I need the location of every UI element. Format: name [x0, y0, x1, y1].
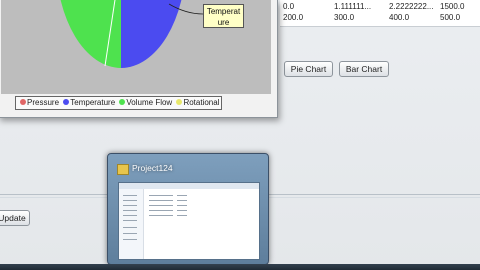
table-cell[interactable]: 2.2222222... [389, 1, 433, 12]
table-cell[interactable]: 0.0 [283, 1, 294, 12]
preview-line [123, 200, 137, 201]
preview-line [149, 195, 173, 196]
preview-line [149, 210, 173, 211]
preview-line [123, 205, 137, 206]
chart-legend: Pressure Temperature Volume Flow Rotatio… [15, 96, 223, 110]
taskbar[interactable] [0, 264, 480, 270]
preview-line [123, 239, 137, 240]
preview-line [123, 210, 137, 211]
thumbnail-title: Project124 [132, 163, 173, 173]
folder-icon [117, 164, 129, 175]
preview-line [149, 215, 173, 216]
legend-label: Rotational [183, 98, 220, 107]
preview-line [149, 205, 173, 206]
table-cell[interactable]: 1.111111... [334, 1, 371, 12]
bar-chart-button[interactable]: Bar Chart [339, 61, 389, 77]
preview-line [177, 200, 187, 201]
legend-dot-icon [176, 98, 183, 105]
table-cell[interactable]: 500.0 [440, 12, 460, 23]
preview-line [123, 215, 137, 216]
preview-line [123, 195, 137, 196]
taskbar-thumbnail[interactable]: Project124 [107, 153, 269, 265]
legend-label: Temperature [70, 98, 116, 107]
preview-line [123, 220, 137, 221]
table-row[interactable]: 0.0 1.111111... 2.2222222... 1500.0 [280, 1, 480, 12]
preview-line [177, 205, 187, 206]
preview-line [123, 227, 137, 228]
tooltip-line: ure [217, 18, 230, 27]
pie-slice-temperature[interactable] [121, 0, 186, 68]
preview-line [149, 200, 173, 201]
table-cell[interactable]: 1500.0 [440, 1, 464, 12]
chart-tooltip: Temperat ure [203, 4, 244, 28]
pie-chart-button[interactable]: Pie Chart [284, 61, 333, 77]
legend-dot-icon [63, 98, 70, 105]
preview-line [123, 233, 137, 234]
preview-line [177, 195, 187, 196]
tooltip-line: Temperat [206, 7, 241, 16]
legend-label: Pressure [27, 98, 60, 107]
table-cell[interactable]: 300.0 [334, 12, 354, 23]
table-cell[interactable]: 200.0 [283, 12, 303, 23]
pie-chart-plot: Temperat ure [1, 0, 271, 94]
table-cell[interactable]: 400.0 [389, 12, 409, 23]
legend-dot-icon [20, 98, 26, 105]
update-button[interactable]: Update [0, 210, 30, 226]
data-table: 0.0 1.111111... 2.2222222... 1500.0 200.… [280, 0, 480, 27]
preview-line [177, 210, 187, 211]
window-preview[interactable] [118, 182, 260, 260]
pie-slice-volume-flow[interactable] [56, 0, 121, 68]
table-row[interactable]: 200.0 300.0 400.0 500.0 [280, 12, 480, 23]
chart-window[interactable]: Temperat ure Pressure Temperature Volume… [0, 0, 278, 118]
legend-dot-icon [119, 98, 126, 105]
legend-label: Volume Flow [126, 98, 173, 107]
preview-line [177, 215, 187, 216]
